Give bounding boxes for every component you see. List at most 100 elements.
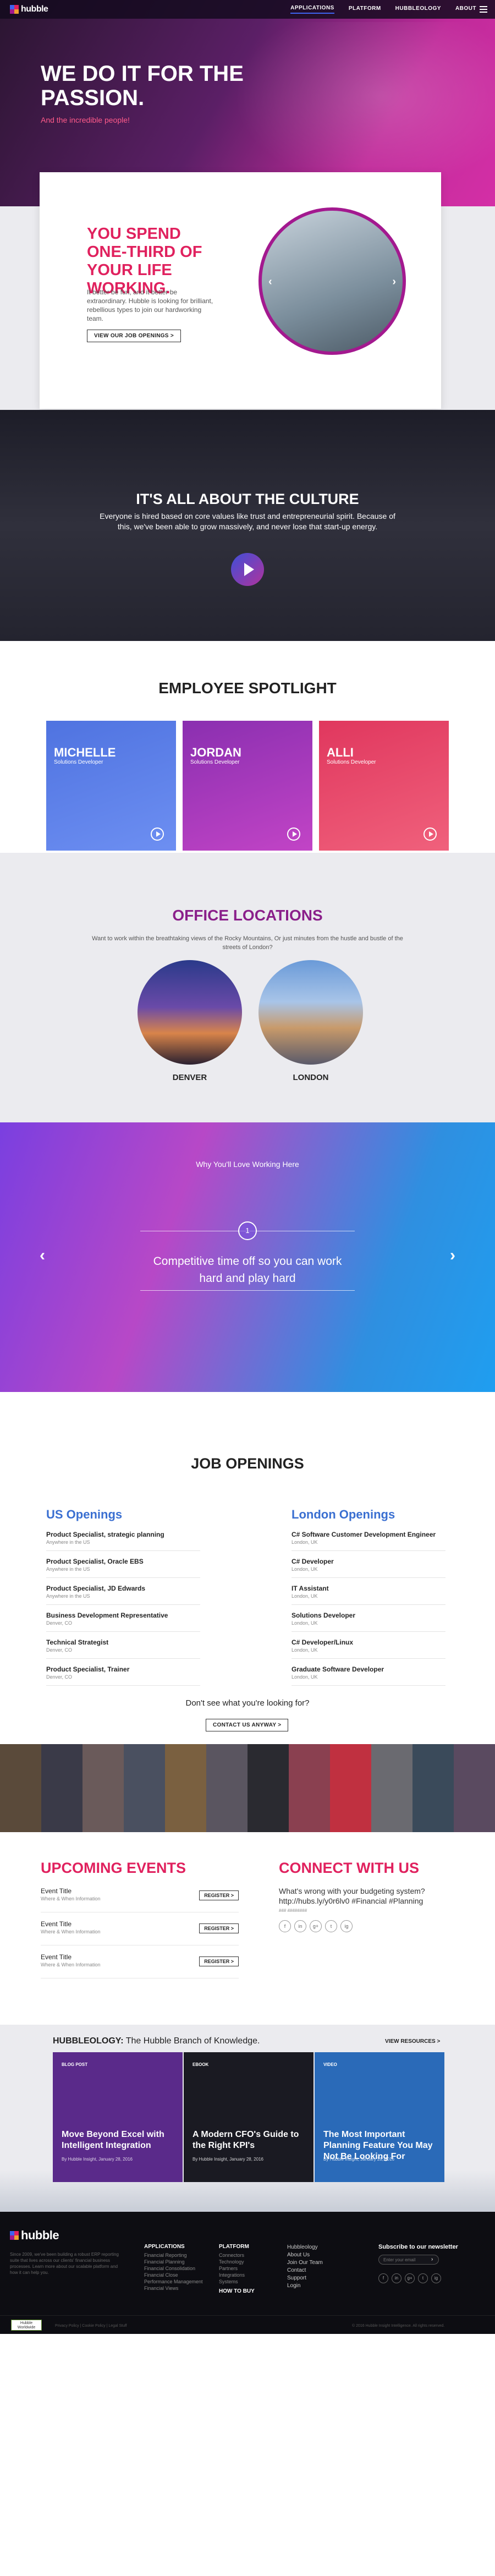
footer-link[interactable]: Support <box>287 2274 323 2282</box>
spotlight-card-alli[interactable]: ALLI Solutions Developer <box>319 721 449 851</box>
footer-link[interactable]: Partners <box>219 2265 255 2272</box>
twitter-icon[interactable]: t <box>325 1920 337 1932</box>
jobs-question: Don't see what you're looking for? <box>185 1698 310 1708</box>
footer-link[interactable]: Performance Management <box>144 2278 203 2285</box>
culture-title: IT'S ALL ABOUT THE CULTURE <box>136 491 359 507</box>
resource-meta: By Hubble Insight, January 28, 2016 <box>193 2157 263 2162</box>
register-button[interactable]: REGISTER > <box>199 1923 239 1933</box>
instagram-icon[interactable]: ig <box>431 2273 441 2283</box>
footer-col-platform: PLATFORM Connectors Technology Partners … <box>219 2244 255 2297</box>
resource-meta: By Hubble Insight, January 28, 2016 <box>323 2157 394 2162</box>
tweet-text: What's wrong with your budgeting system?… <box>279 1887 425 1905</box>
job-item[interactable]: C# Developer/Linux London, UK <box>292 1638 446 1659</box>
footer-heading[interactable]: APPLICATIONS <box>144 2244 203 2250</box>
contact-us-button[interactable]: CONTACT US ANYWAY > <box>206 1719 289 1731</box>
logo[interactable]: hubble <box>10 4 48 14</box>
footer-link[interactable]: About Us <box>287 2251 323 2259</box>
job-item[interactable]: Solutions Developer London, UK <box>292 1612 446 1632</box>
arrow-right-icon[interactable]: › <box>431 2256 433 2262</box>
view-resources-link[interactable]: VIEW RESOURCES > <box>385 2038 440 2045</box>
resource-card[interactable]: BLOG POST Move Beyond Excel with Intelli… <box>53 2052 183 2182</box>
nav-link-about[interactable]: ABOUT <box>455 6 476 13</box>
event-item: Event Title Where & When Information REG… <box>41 1953 239 1978</box>
footer-link[interactable]: Integrations <box>219 2272 255 2278</box>
spotlight-card-jordan[interactable]: JORDAN Solutions Developer <box>183 721 312 851</box>
footer-link[interactable]: Financial Planning <box>144 2259 203 2265</box>
newsletter-email-input[interactable] <box>378 2255 439 2265</box>
register-button[interactable]: REGISTER > <box>199 1890 239 1900</box>
chevron-left-icon[interactable]: ‹ <box>268 276 272 288</box>
job-item[interactable]: Product Specialist, Trainer Denver, CO <box>46 1665 200 1686</box>
footer-link[interactable]: Hubbleology <box>287 2244 323 2251</box>
register-button[interactable]: REGISTER > <box>199 1956 239 1966</box>
job-location: Anywhere in the US <box>46 1566 90 1572</box>
footer-link[interactable]: Login <box>287 2282 323 2290</box>
footer-link[interactable]: Contact <box>287 2267 323 2274</box>
view-job-openings-button[interactable]: VIEW OUR JOB OPENINGS > <box>87 330 181 342</box>
menu-icon[interactable] <box>480 6 487 13</box>
job-item[interactable]: Product Specialist, JD Edwards Anywhere i… <box>46 1585 200 1605</box>
facebook-icon[interactable]: f <box>279 1920 291 1932</box>
logo-mark-icon <box>10 2231 19 2240</box>
job-location: London, UK <box>292 1539 318 1545</box>
denver-photo[interactable] <box>138 960 242 1065</box>
resource-card[interactable]: EBOOK A Modern CFO's Guide to the Right … <box>184 2052 314 2182</box>
play-icon[interactable] <box>424 827 437 841</box>
chevron-left-icon[interactable]: ‹ <box>40 1246 45 1265</box>
footer-link[interactable]: Join Our Team <box>287 2259 323 2267</box>
job-title: Technical Strategist <box>46 1638 109 1646</box>
strip-photo <box>454 1744 495 1832</box>
resource-meta: By Hubble Insight, January 28, 2016 <box>62 2157 133 2162</box>
facebook-icon[interactable]: f <box>378 2273 388 2283</box>
footer-link[interactable]: Financial Views <box>144 2285 203 2292</box>
job-item[interactable]: Product Specialist, Oracle EBS Anywhere i… <box>46 1558 200 1578</box>
job-title: Product Specialist, strategic planning <box>46 1531 164 1538</box>
nav-link-hubbleology[interactable]: HUBBLEOLOGY <box>395 6 441 13</box>
job-item[interactable]: Graduate Software Developer London, UK <box>292 1665 446 1686</box>
footer-link[interactable]: Systems <box>219 2278 255 2285</box>
footer-link[interactable]: Connectors <box>219 2252 255 2259</box>
nav-link-platform[interactable]: PLATFORM <box>349 6 381 13</box>
job-location: London, UK <box>292 1674 318 1680</box>
job-location: Denver, CO <box>46 1647 73 1653</box>
footer-logo[interactable]: hubble <box>10 2228 59 2243</box>
play-icon[interactable] <box>151 827 164 841</box>
footer-link[interactable]: Financial Consolidation <box>144 2265 203 2272</box>
footer-link[interactable]: Technology <box>219 2259 255 2265</box>
job-title: Product Specialist, JD Edwards <box>46 1585 146 1592</box>
connect-title: CONNECT WITH US <box>279 1860 419 1876</box>
strip-photo <box>330 1744 371 1832</box>
footer-heading[interactable]: PLATFORM <box>219 2244 255 2250</box>
play-video-icon[interactable] <box>231 553 264 586</box>
logo-text: hubble <box>21 4 48 14</box>
footer-link[interactable]: Financial Reporting <box>144 2252 203 2259</box>
job-item[interactable]: IT Assistant London, UK <box>292 1585 446 1605</box>
linkedin-icon[interactable]: in <box>294 1920 306 1932</box>
spotlight-card-michelle[interactable]: MICHELLE Solutions Developer <box>46 721 176 851</box>
job-item[interactable]: Product Specialist, strategic planning An… <box>46 1531 200 1551</box>
play-icon[interactable] <box>287 827 300 841</box>
job-title: Product Specialist, Oracle EBS <box>46 1558 144 1565</box>
job-item[interactable]: Technical Strategist Denver, CO <box>46 1638 200 1659</box>
resource-card[interactable]: VIDEO The Most Important Planning Featur… <box>315 2052 444 2182</box>
event-item: Event Title Where & When Information REG… <box>41 1920 239 1945</box>
linkedin-icon[interactable]: in <box>392 2273 402 2283</box>
twitter-icon[interactable]: t <box>418 2273 428 2283</box>
job-item[interactable]: C# Developer London, UK <box>292 1558 446 1578</box>
intro-card: YOU SPEND ONE-THIRD OF YOUR LIFE WORKING… <box>40 172 441 409</box>
chevron-right-icon[interactable]: › <box>392 276 396 288</box>
google-plus-icon[interactable]: g+ <box>405 2273 415 2283</box>
london-photo[interactable] <box>258 960 363 1065</box>
job-item[interactable]: C# Software Customer Development Enginee… <box>292 1531 446 1551</box>
strip-photo <box>0 1744 41 1832</box>
logo-mark-icon <box>10 5 19 14</box>
job-item[interactable]: Business Development Representative Denve… <box>46 1612 200 1632</box>
chevron-right-icon[interactable]: › <box>450 1246 455 1265</box>
copyright: © 2016 Hubble Insight Intelligence. All … <box>352 2324 445 2328</box>
nav-link-applications[interactable]: APPLICATIONS <box>290 5 334 14</box>
footer-heading[interactable]: HOW TO BUY <box>219 2288 255 2294</box>
footer-link[interactable]: Financial Close <box>144 2272 203 2278</box>
instagram-icon[interactable]: ig <box>340 1920 353 1932</box>
google-plus-icon[interactable]: g+ <box>310 1920 322 1932</box>
legal-links[interactable]: Privacy Policy | Cookie Policy | Legal S… <box>55 2324 127 2328</box>
